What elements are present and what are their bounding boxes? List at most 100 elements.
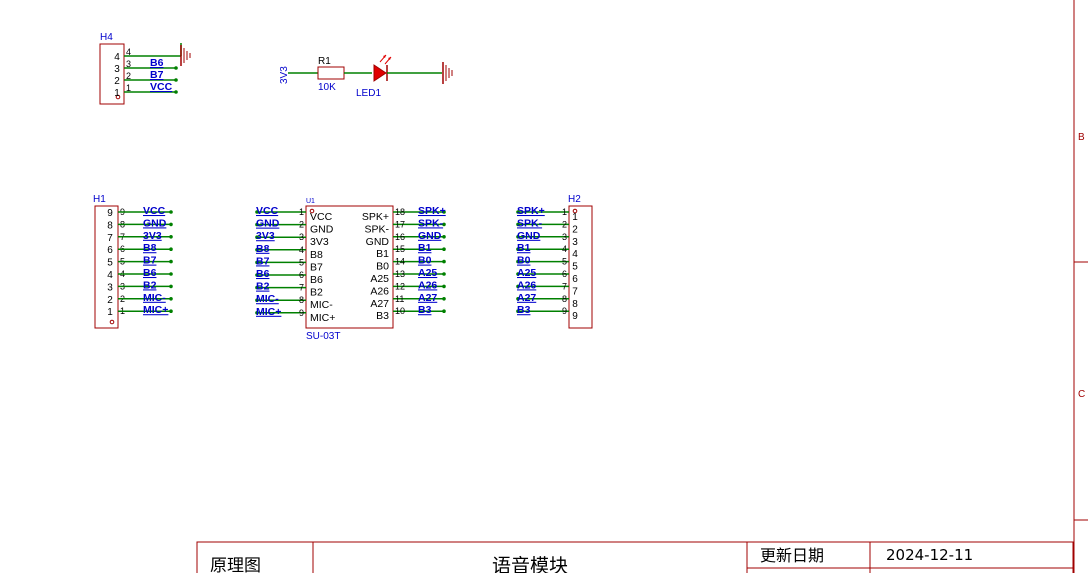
h2-pin-number: 8 (572, 299, 578, 310)
u1-pin-name: SPK+ (362, 211, 389, 223)
net-label-b0: B0 (418, 255, 432, 267)
chip-u1[interactable]: U1 SU-03T VCC 1 VCCGND 2 GND3V3 3 3V3B8 4 B8B7 5 B… (255, 198, 446, 342)
ground-symbol-h4 (180, 43, 191, 66)
wire-end (169, 284, 173, 289)
h2-ref: H2 (568, 194, 581, 205)
wire-end (174, 90, 178, 94)
u1-pin-name: B6 (310, 274, 323, 286)
wire-end (169, 222, 173, 227)
sheet-border: B C (1073, 0, 1088, 573)
h1-pin-number: 6 (107, 245, 113, 256)
net-label-b3: B3 (517, 304, 531, 316)
u1-pin-number: 18 (395, 207, 405, 217)
power-indicator-circuit[interactable]: 3V3 R1 10K LED1 (279, 54, 453, 99)
h2-pin-number-inner: 9 (562, 306, 567, 316)
net-label-vcc: VCC (256, 205, 279, 217)
net-label-spk-: SPK- (517, 217, 543, 229)
wire-end (169, 247, 173, 251)
h2-pin-number-inner: 3 (562, 232, 567, 242)
net-label-mic-: MIC- (256, 293, 279, 305)
title-block-date-label: 更新日期 (760, 546, 824, 565)
net-label-b6: B6 (143, 267, 157, 279)
u1-pin-name: GND (310, 224, 334, 236)
net-label-a26: A26 (517, 279, 536, 291)
u1-pin-name: B3 (376, 310, 389, 322)
u1-pin-number: 14 (395, 257, 405, 267)
wire-end (442, 284, 446, 289)
wire-end (442, 247, 446, 251)
u1-pin-name: B8 (310, 249, 323, 261)
led-icon[interactable] (373, 54, 392, 82)
wire-end (169, 297, 173, 301)
net-label-b2: B2 (256, 281, 270, 293)
u1-pin-number: 15 (395, 244, 405, 254)
u1-pin-number: 10 (395, 306, 405, 316)
h2-pin-number-inner: 8 (562, 294, 567, 304)
h4-pin-number: 2 (114, 76, 120, 87)
h4-ref: H4 (100, 32, 113, 43)
u1-pin-name: VCC (310, 211, 333, 223)
h2-pin-number: 6 (572, 274, 578, 285)
wire-end (174, 66, 178, 70)
net-label-b1: B1 (418, 242, 432, 254)
connector-h4[interactable]: H4 4 43 3 B62 2 B71 1 VCC (99, 32, 191, 105)
u1-pin-number: 17 (395, 219, 405, 229)
h1-ref: H1 (93, 194, 106, 205)
h1-pin-number: 7 (107, 233, 113, 244)
u1-pin-name: B7 (310, 261, 323, 273)
h2-pin-number-inner: 6 (562, 269, 567, 279)
h4-pin-number: 1 (114, 88, 120, 99)
u1-ref: U1 (306, 198, 315, 205)
h1-pin-number: 2 (107, 295, 113, 306)
net-label-gnd: GND (256, 218, 280, 230)
h1-pin-number: 1 (107, 307, 113, 318)
net-label-b0: B0 (517, 255, 531, 267)
h2-pin-number-inner: 1 (562, 207, 567, 217)
u1-pin-number: 5 (299, 257, 304, 267)
title-block: 原理图 语音模块 更新日期 2024-12-11 (196, 541, 1074, 573)
connector-h1[interactable]: H1 99VCC88GND773V366B855B744B633B222MIC-… (93, 194, 173, 329)
u1-pin-name: SPK- (364, 223, 389, 235)
h1-pin-number: 5 (107, 258, 113, 269)
net-label-gnd: GND (418, 230, 442, 242)
h1-pin-number: 4 (107, 270, 113, 281)
h1-pin-number: 8 (107, 220, 113, 231)
h2-pin-number: 4 (572, 249, 578, 260)
connector-h2[interactable]: H2 SPK+ 1 1 SPK- 2 2 GND 3 3 B1 44 B0 5 5 A25 6 6 A26 7 7 A2… (516, 194, 593, 329)
resistor-r1[interactable] (317, 66, 345, 80)
u1-pin-number: 12 (395, 281, 405, 291)
h4-pin-number: 4 (114, 52, 120, 63)
wire-end (169, 309, 173, 314)
ground-symbol-led (442, 62, 453, 84)
wire-end (442, 259, 446, 264)
u1-pin-name: B0 (376, 261, 389, 273)
net-label-mic+: MIC+ (143, 304, 168, 316)
u1-pin-number: 13 (395, 269, 405, 279)
net-label-b6: B6 (256, 268, 270, 280)
wire-end (169, 235, 173, 239)
title-block-date-value: 2024-12-11 (886, 546, 973, 564)
net-label-spk+: SPK+ (517, 205, 545, 217)
wire-end (442, 235, 446, 239)
u1-pin-name: B1 (376, 248, 389, 260)
net-label-a25: A25 (517, 267, 536, 279)
wire-end (442, 309, 446, 314)
net-label-b7: B7 (150, 69, 164, 81)
title-block-type: 原理图 (210, 556, 261, 573)
wire-end (442, 297, 446, 301)
u1-pin-name: B2 (310, 287, 323, 299)
net-label-gnd: GND (517, 230, 541, 242)
net-label-b3: B3 (418, 304, 432, 316)
u1-value: SU-03T (306, 331, 340, 342)
wire-end (174, 78, 178, 82)
wire-end (169, 259, 173, 264)
net-label-b8: B8 (256, 243, 270, 255)
net-label-b1: B1 (517, 242, 531, 254)
h2-pin-number-inner: 4 (562, 244, 567, 254)
h2-pin-number: 3 (572, 237, 578, 248)
net-label-vcc: VCC (150, 81, 173, 93)
h4-pin-number: 3 (114, 64, 120, 75)
r1-value: 10K (318, 82, 336, 93)
net-label-b8: B8 (143, 242, 157, 254)
led1-ref: LED1 (356, 88, 381, 99)
